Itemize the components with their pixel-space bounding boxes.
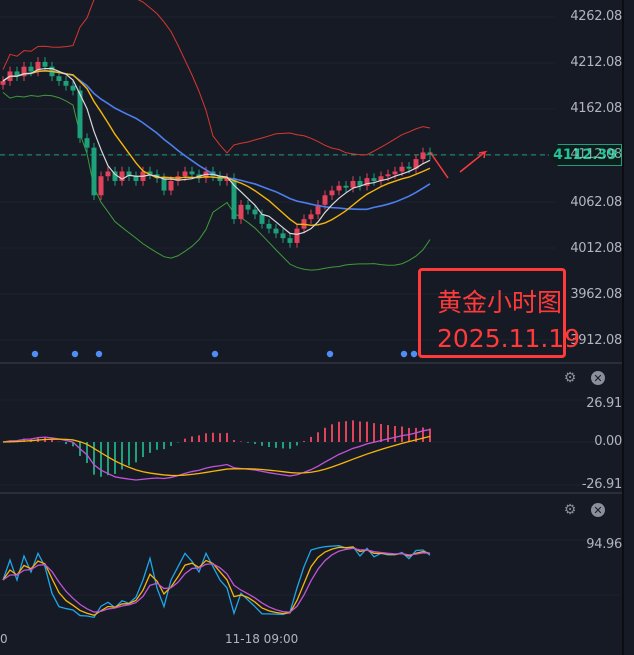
- close-icon[interactable]: ✕: [591, 371, 605, 385]
- osc-k-line: [2, 546, 431, 616]
- candle: [287, 238, 293, 243]
- candle: [308, 214, 314, 220]
- candle: [322, 195, 328, 205]
- candle: [371, 178, 377, 181]
- signal-dot: [31, 350, 39, 358]
- candle: [189, 171, 195, 175]
- gear-icon[interactable]: ⚙: [562, 370, 578, 386]
- candle: [280, 233, 286, 239]
- gear-icon[interactable]: ⚙: [562, 502, 578, 518]
- signal-dot: [95, 350, 103, 358]
- candle: [392, 171, 398, 175]
- macd-tick: 0.00: [594, 434, 622, 449]
- candle: [105, 171, 111, 177]
- candle: [28, 66, 34, 72]
- candle: [266, 223, 272, 229]
- osc-tick: 94.96: [586, 537, 622, 552]
- candle: [133, 176, 139, 181]
- price-tick: 4012.08: [570, 241, 622, 256]
- price-tick: 3962.08: [570, 287, 622, 302]
- price-tick: 4262.08: [570, 9, 622, 24]
- signal-dot: [326, 350, 334, 358]
- price-tick: 4162.08: [570, 101, 622, 116]
- candle: [385, 174, 391, 177]
- signal-dot: [400, 350, 408, 358]
- candle: [259, 214, 265, 224]
- candle: [84, 138, 90, 148]
- candle: [336, 185, 342, 191]
- candle: [252, 209, 258, 215]
- time-tick: 0: [0, 632, 8, 646]
- candle: [42, 61, 48, 67]
- candle: [98, 176, 104, 196]
- annotation-date: 2025.11.19: [437, 324, 581, 353]
- macd-tick: 26.91: [586, 396, 622, 411]
- candle: [343, 185, 349, 188]
- candle: [245, 204, 251, 210]
- arrow-down: [429, 151, 449, 179]
- candle: [399, 166, 405, 172]
- signal-dot: [410, 350, 418, 358]
- candle: [70, 85, 76, 91]
- candle: [406, 166, 412, 169]
- candle: [350, 181, 356, 188]
- close-icon[interactable]: ✕: [591, 503, 605, 517]
- annotation-box: 黄金小时图 2025.11.19: [418, 268, 581, 358]
- candle: [91, 147, 97, 196]
- candle: [161, 178, 167, 191]
- candle: [329, 190, 335, 196]
- candle: [63, 80, 69, 86]
- candle: [294, 228, 300, 243]
- candle: [0, 80, 6, 85]
- signal-dot: [211, 350, 219, 358]
- price-tick: 4112.08: [570, 147, 622, 162]
- candle: [238, 204, 244, 220]
- macd-tick: -26.91: [581, 477, 622, 492]
- annotation-title: 黄金小时图: [437, 288, 563, 317]
- candle: [182, 171, 188, 177]
- candle: [168, 181, 174, 191]
- osc-fast-line: [2, 545, 431, 619]
- bollinger-upper: [2, 0, 431, 156]
- time-tick: 11-18 09:00: [225, 632, 299, 646]
- signal-dot: [71, 350, 79, 358]
- osc-d-line: [2, 547, 431, 613]
- candle: [273, 228, 279, 234]
- candle: [56, 76, 62, 81]
- price-tick: 4212.08: [570, 55, 622, 70]
- candle: [420, 152, 426, 160]
- price-tick: 4062.08: [570, 195, 622, 210]
